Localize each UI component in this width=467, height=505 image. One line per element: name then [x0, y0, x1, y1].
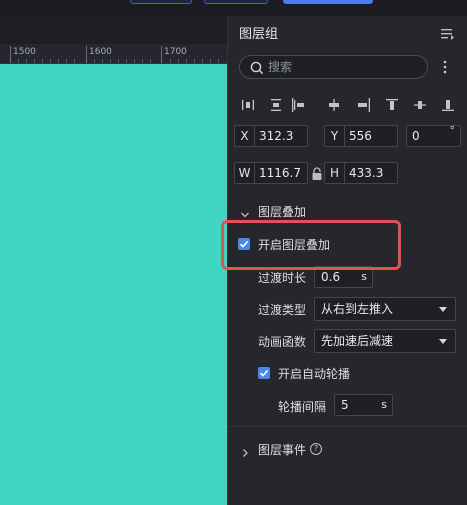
section-divider	[227, 426, 467, 427]
rotation-field[interactable]: 0 °	[406, 124, 461, 147]
align-center-vertical-icon[interactable]	[413, 98, 427, 112]
events-section-title[interactable]: 图层事件	[258, 441, 306, 458]
align-bottom-icon[interactable]	[441, 98, 455, 112]
overlay-section-title[interactable]: 图层叠加	[258, 203, 306, 220]
horizontal-ruler: 1500 1600 1700	[0, 44, 227, 64]
height-field[interactable]: H 433.3	[324, 162, 398, 184]
rotation-unit: °	[449, 124, 456, 137]
interval-input[interactable]: 5 s	[334, 394, 393, 416]
easing-label: 动画函数	[258, 335, 307, 349]
align-right-icon[interactable]	[357, 98, 371, 112]
caret-down-icon	[439, 307, 447, 312]
rotation-value[interactable]: 0	[412, 126, 420, 146]
search-icon	[250, 60, 264, 75]
y-value[interactable]: 556	[349, 126, 372, 146]
canvas-header-gap	[0, 16, 227, 44]
h-label: H	[325, 163, 345, 183]
chevron-down-icon[interactable]	[240, 205, 250, 218]
chevron-right-icon[interactable]	[240, 443, 250, 457]
duration-label: 过渡时长	[258, 271, 307, 285]
w-value[interactable]: 1116.7	[259, 163, 301, 183]
distribute-vertical-icon[interactable]	[269, 98, 283, 112]
distribute-horizontal-icon[interactable]	[241, 98, 255, 112]
more-options-icon[interactable]	[442, 59, 448, 75]
easing-value: 先加速后减速	[321, 334, 394, 348]
panel-title: 图层组	[239, 27, 279, 42]
interval-value[interactable]: 5	[341, 395, 349, 415]
x-value[interactable]: 312.3	[259, 126, 293, 146]
search-input[interactable]	[268, 58, 418, 76]
w-label: W	[235, 163, 255, 183]
collapse-panel-icon[interactable]	[441, 26, 455, 40]
lock-aspect-ratio-icon[interactable]	[311, 166, 323, 180]
transition-type-value: 从右到左推入	[321, 302, 394, 316]
width-field[interactable]: W 1116.7	[234, 162, 308, 184]
top-toolbar	[0, 0, 467, 16]
ruler-label: 1600	[89, 47, 112, 57]
x-position-field[interactable]: X 312.3	[234, 125, 308, 147]
highlight-box	[221, 220, 401, 270]
y-label: Y	[325, 126, 345, 146]
ruler-label: 1700	[164, 47, 187, 57]
alignment-toolbar	[239, 98, 459, 112]
transition-type-label: 过渡类型	[258, 303, 307, 317]
toolbar-primary-button[interactable]	[283, 0, 373, 4]
help-icon[interactable]: ?	[310, 443, 322, 455]
canvas-layer[interactable]	[0, 64, 227, 505]
align-center-horizontal-icon[interactable]	[327, 98, 341, 112]
interval-unit: s	[381, 398, 387, 411]
y-position-field[interactable]: Y 556	[324, 125, 398, 147]
autoplay-checkbox[interactable]	[258, 367, 270, 379]
search-box	[239, 55, 428, 79]
interval-label: 轮播间隔	[278, 400, 327, 414]
duration-unit: s	[361, 270, 367, 283]
align-top-icon[interactable]	[385, 98, 399, 112]
toolbar-button[interactable]	[130, 0, 192, 4]
transition-type-select[interactable]: 从右到左推入	[314, 297, 456, 321]
caret-down-icon	[439, 339, 447, 344]
toolbar-button[interactable]	[204, 0, 268, 4]
align-left-icon[interactable]	[291, 98, 305, 112]
ruler-label: 1500	[13, 47, 36, 57]
duration-value[interactable]: 0.6	[321, 267, 340, 287]
x-label: X	[235, 126, 255, 146]
easing-select[interactable]: 先加速后减速	[314, 329, 456, 353]
h-value[interactable]: 433.3	[349, 163, 383, 183]
autoplay-label[interactable]: 开启自动轮播	[278, 365, 350, 382]
